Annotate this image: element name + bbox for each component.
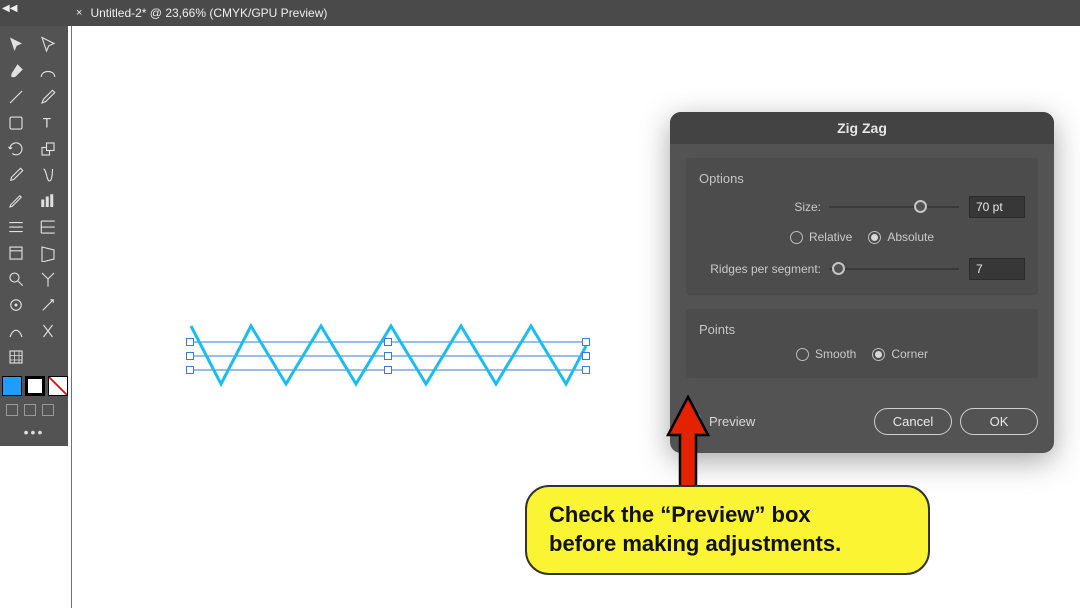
options-heading: Options <box>699 171 1025 186</box>
shape-tool[interactable] <box>0 110 32 136</box>
perspective-tool[interactable] <box>32 240 64 266</box>
more-tools-icon[interactable]: ••• <box>0 424 68 440</box>
pen-dropper-tool[interactable] <box>32 84 64 110</box>
size-value-input[interactable]: 70 pt <box>969 196 1025 218</box>
puppet-tool[interactable] <box>0 292 32 318</box>
ok-button[interactable]: OK <box>960 408 1038 435</box>
line-tool[interactable] <box>0 84 32 110</box>
points-heading: Points <box>699 322 1025 337</box>
live-paint-tool[interactable] <box>0 318 32 344</box>
direct-select-tool[interactable] <box>32 32 64 58</box>
pencil-tool[interactable] <box>0 188 32 214</box>
ridges-slider[interactable] <box>829 261 959 277</box>
absolute-radio[interactable]: Absolute <box>868 230 934 244</box>
zoom-tool[interactable] <box>0 266 32 292</box>
absolute-label: Absolute <box>887 230 934 244</box>
hand-tool[interactable] <box>32 266 64 292</box>
callout-line2: before making adjustments. <box>549 530 906 559</box>
dialog-title: Zig Zag <box>670 112 1054 144</box>
mesh-tool[interactable] <box>0 240 32 266</box>
cancel-button[interactable]: Cancel <box>874 408 952 435</box>
document-title: Untitled-2* @ 23,66% (CMYK/GPU Preview) <box>90 6 327 20</box>
tools-panel: T ••• <box>0 26 68 446</box>
window-titlebar: ◀◀ × Untitled-2* @ 23,66% (CMYK/GPU Prev… <box>0 0 1080 26</box>
warp-tool[interactable] <box>32 162 64 188</box>
preview-label: Preview <box>709 414 755 429</box>
curvature-tool[interactable] <box>32 58 64 84</box>
draw-behind-icon[interactable] <box>24 404 36 416</box>
slice-tool[interactable] <box>32 344 64 370</box>
rotate-tool[interactable] <box>0 136 32 162</box>
normal-draw-icon[interactable] <box>6 404 18 416</box>
ridges-label: Ridges per segment: <box>699 262 829 276</box>
fill-swatch[interactable] <box>2 376 22 396</box>
shape-builder-tool[interactable] <box>32 318 64 344</box>
relative-radio[interactable]: Relative <box>790 230 852 244</box>
draw-inside-icon[interactable] <box>42 404 54 416</box>
blob-brush-tool[interactable] <box>32 188 64 214</box>
none-swatch[interactable] <box>48 376 68 396</box>
column-graph-tool[interactable] <box>32 214 64 240</box>
ruler-edge <box>71 26 72 608</box>
artboard-tool[interactable] <box>0 344 32 370</box>
annotation-callout: Check the “Preview” box before making ad… <box>525 485 930 575</box>
corner-radio[interactable]: Corner <box>872 347 928 361</box>
collapse-chevron-icon[interactable]: ◀◀ <box>2 3 17 14</box>
paintbrush-tool[interactable] <box>0 58 32 84</box>
zigzag-dialog: Zig Zag Options Size: 70 pt Relative Abs… <box>670 112 1054 453</box>
eyedropper-tool[interactable] <box>0 162 32 188</box>
symbol-sprayer-tool[interactable] <box>32 292 64 318</box>
callout-line1: Check the “Preview” box <box>549 501 906 530</box>
smooth-radio[interactable]: Smooth <box>796 347 856 361</box>
graph-tool[interactable] <box>0 214 32 240</box>
svg-text:T: T <box>43 116 51 131</box>
artwork-selection[interactable] <box>186 316 596 401</box>
type-tool[interactable]: T <box>32 110 64 136</box>
tab-close-icon[interactable]: × <box>76 7 82 19</box>
smooth-label: Smooth <box>815 347 856 361</box>
selection-tool[interactable] <box>0 32 32 58</box>
size-slider[interactable] <box>829 199 959 215</box>
size-label: Size: <box>699 200 829 214</box>
scale-tool[interactable] <box>32 136 64 162</box>
stroke-swatch[interactable] <box>25 376 45 396</box>
ridges-value-input[interactable]: 7 <box>969 258 1025 280</box>
corner-label: Corner <box>891 347 928 361</box>
relative-label: Relative <box>809 230 852 244</box>
